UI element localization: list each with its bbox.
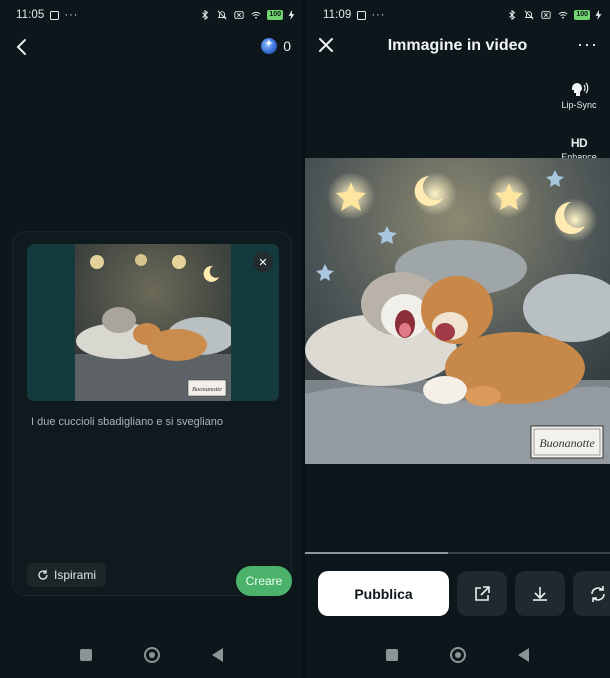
more-icon[interactable]: ···	[577, 34, 598, 55]
wifi-icon	[558, 11, 568, 19]
video-progress-bar[interactable]	[305, 552, 610, 554]
prompt-card: Buonanotte ✕ I due cuccioli sbadigliano …	[12, 231, 292, 596]
left-screen: 11:05 ··· 100 0	[0, 0, 303, 678]
screenshot-root: 11:05 ··· 100 0	[0, 0, 610, 678]
mute-icon	[524, 10, 534, 20]
puppy-kitten-image: Buonanotte	[305, 158, 610, 464]
charging-icon	[288, 10, 295, 20]
home-icon[interactable]	[144, 647, 160, 663]
more-notifications: ···	[371, 9, 386, 21]
remove-image-button[interactable]: ✕	[253, 252, 273, 272]
title-bar: Immagine in video ···	[305, 30, 610, 64]
publish-button[interactable]: Pubblica	[318, 571, 449, 616]
home-icon[interactable]	[450, 647, 466, 663]
regenerate-icon	[591, 585, 605, 602]
regenerate-button[interactable]	[573, 571, 610, 616]
charging-icon	[595, 10, 602, 20]
lip-sync-icon	[572, 82, 589, 96]
status-time: 11:05	[16, 9, 45, 21]
credits-value: 0	[283, 38, 291, 54]
status-time: 11:09	[323, 9, 352, 21]
nav-back-icon[interactable]	[518, 648, 529, 662]
inspire-button[interactable]: Ispirami	[27, 563, 107, 587]
system-nav-bar	[305, 632, 610, 678]
thumb-watermark: Buonanotte	[192, 386, 222, 393]
prompt-text[interactable]: I due cuccioli sbadigliano e si sveglian…	[31, 416, 223, 428]
nav-back-icon[interactable]	[212, 648, 223, 662]
status-bar: 11:05 ··· 100	[0, 0, 303, 30]
bluetooth-icon	[509, 10, 516, 20]
hd-icon: HD	[570, 136, 588, 150]
share-button[interactable]	[457, 571, 507, 616]
image-watermark: Buonanotte	[539, 436, 595, 450]
more-notifications: ···	[64, 9, 79, 21]
credits-counter[interactable]: 0	[261, 37, 291, 54]
inspire-label: Ispirami	[54, 568, 97, 582]
lip-sync-label: Lip-Sync	[561, 100, 597, 110]
refresh-icon	[38, 570, 48, 580]
status-bar: 11:09 ··· 100	[305, 0, 610, 30]
puppy-kitten-image: Buonanotte	[75, 244, 231, 401]
close-icon: ✕	[258, 256, 268, 269]
action-bar: Pubblica	[318, 571, 610, 616]
no-sim-icon	[234, 11, 244, 19]
back-icon[interactable]	[14, 38, 30, 56]
bluetooth-icon	[202, 10, 209, 20]
mute-icon	[217, 10, 227, 20]
image-thumbnail[interactable]: Buonanotte ✕	[27, 244, 279, 401]
create-button[interactable]: Creare	[236, 566, 292, 596]
generated-video-preview[interactable]: Buonanotte	[305, 158, 610, 464]
battery-badge: 100	[574, 10, 590, 20]
video-progress-fill	[305, 552, 449, 554]
notification-icon	[50, 10, 60, 20]
notification-icon	[357, 10, 367, 20]
right-screen: 11:09 ··· 100 Immagine in video ··· Lip-…	[305, 0, 610, 678]
recents-icon[interactable]	[386, 649, 398, 661]
page-title: Immagine in video	[387, 37, 528, 54]
top-bar: 0	[0, 30, 303, 66]
share-icon	[475, 585, 490, 601]
lip-sync-button[interactable]: Lip-Sync	[554, 80, 604, 110]
download-icon	[533, 586, 547, 601]
system-nav-bar	[0, 632, 303, 678]
credit-coin-icon	[261, 37, 278, 54]
recents-icon[interactable]	[80, 649, 92, 661]
no-sim-icon	[541, 11, 551, 19]
download-button[interactable]	[515, 571, 565, 616]
battery-badge: 100	[267, 10, 283, 20]
wifi-icon	[251, 11, 261, 19]
